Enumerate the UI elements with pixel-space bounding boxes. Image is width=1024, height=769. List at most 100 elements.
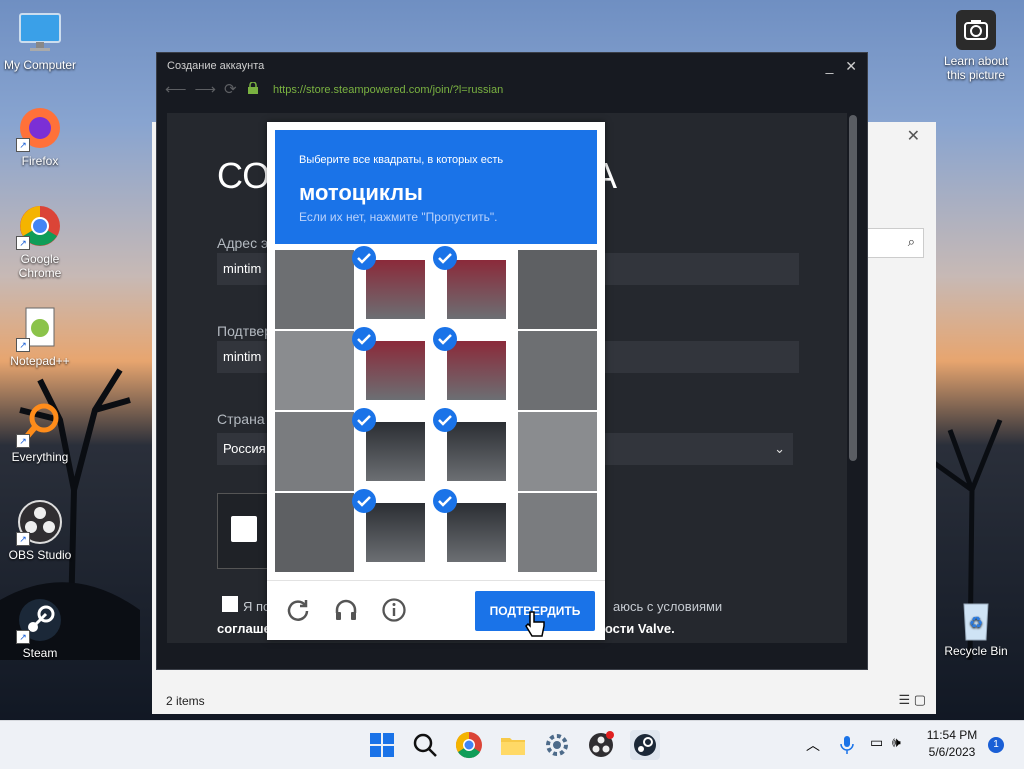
privacy-link-text: ности Valve. — [597, 621, 675, 636]
shortcut-arrow-icon: ↗ — [16, 338, 30, 352]
captcha-tile[interactable] — [352, 327, 435, 410]
desktop-icon-firefox[interactable]: ↗ Firefox — [0, 104, 80, 168]
clock-date: 5/6/2023 — [928, 745, 976, 759]
camera-icon — [956, 10, 996, 50]
notification-badge[interactable]: 1 — [988, 737, 1004, 753]
steam-icon[interactable] — [630, 730, 660, 760]
captcha-tile[interactable] — [275, 250, 354, 329]
explorer-status-items: 2 items — [166, 694, 205, 708]
close-icon[interactable]: ✕ — [845, 58, 857, 74]
captcha-target: мотоциклы — [299, 180, 423, 205]
captcha-tile[interactable] — [518, 412, 597, 491]
desktop-icon-steam[interactable]: ↗ Steam — [0, 596, 80, 660]
privacy-link[interactable]: ности Valve. — [597, 621, 675, 636]
chevron-down-icon: ⌄ — [774, 441, 785, 456]
obs-icon: ↗ — [16, 498, 64, 546]
desktop-icon-label: Everything — [11, 450, 69, 464]
shortcut-arrow-icon: ↗ — [16, 236, 30, 250]
info-icon[interactable] — [381, 597, 407, 623]
desktop-icon-everything[interactable]: ↗ Everything — [0, 400, 80, 464]
captcha-tile[interactable] — [352, 489, 435, 572]
check-icon — [433, 327, 457, 351]
forward-arrow-icon[interactable]: ⟶ — [195, 81, 225, 98]
desktop-icon-obs[interactable]: ↗ OBS Studio — [0, 498, 80, 562]
reload-icon[interactable] — [285, 597, 311, 623]
minimize-icon[interactable]: _ — [826, 58, 834, 74]
captcha-footer: ПОДТВЕРДИТЬ — [267, 580, 605, 641]
captcha-header: Выберите все квадраты, в которых есть мо… — [275, 130, 597, 244]
captcha-hint: Если их нет, нажмите "Пропустить". — [299, 210, 498, 224]
desktop-icon-label: My Computer — [3, 58, 77, 72]
desktop-icon-label: Notepad++ — [10, 354, 70, 368]
captcha-grid — [275, 246, 597, 572]
check-icon — [433, 246, 457, 270]
captcha-tile[interactable] — [275, 412, 354, 491]
monitor-icon — [16, 8, 64, 56]
captcha-tile[interactable] — [518, 331, 597, 410]
mouse-cursor-icon — [525, 611, 545, 637]
desktop-icon-chrome[interactable]: ↗ Google Chrome — [0, 202, 80, 280]
desktop-icon-label: OBS Studio — [8, 548, 72, 562]
desktop-icon-label: Firefox — [21, 154, 59, 168]
window-title: Создание аккаунта — [167, 60, 265, 72]
captcha-tile[interactable] — [433, 408, 516, 491]
recycle-bin-label: Recycle Bin — [944, 644, 1008, 658]
lock-icon — [248, 82, 258, 94]
chrome-icon[interactable] — [454, 730, 484, 760]
clock-time: 11:54 PM — [926, 728, 978, 742]
steam-icon: ↗ — [16, 596, 64, 644]
scrollbar[interactable] — [849, 115, 857, 461]
desktop-icon-recycle-bin[interactable]: ♻ Recycle Bin — [936, 598, 1016, 658]
start-windows-icon[interactable] — [367, 730, 397, 760]
country-label: Страна — [217, 411, 265, 427]
captcha-tile[interactable] — [518, 493, 597, 572]
desktop-icon-my-computer[interactable]: My Computer — [0, 8, 80, 72]
captcha-tile[interactable] — [352, 408, 435, 491]
reload-icon[interactable]: ⟳ — [224, 81, 245, 98]
everything-search-icon: ↗ — [16, 400, 64, 448]
steam-titlebar: Создание аккаунта _ ✕ — [157, 53, 867, 79]
url-bar: ⟵⟶⟳ https://store.steampowered.com/join/… — [157, 79, 867, 101]
captcha-tile[interactable] — [433, 489, 516, 572]
recaptcha-checkbox[interactable] — [231, 516, 257, 542]
nav-buttons: ⟵⟶⟳ — [165, 79, 245, 101]
search-icon: ⌕ — [907, 234, 915, 249]
captcha-tile[interactable] — [518, 250, 597, 329]
clock[interactable]: 11:54 PM 5/6/2023 — [924, 727, 980, 761]
settings-gear-icon[interactable] — [542, 730, 572, 760]
desktop-icon-notepadpp[interactable]: ↗ Notepad++ — [0, 304, 80, 368]
shortcut-arrow-icon: ↗ — [16, 532, 30, 546]
email-label: Адрес э — [217, 235, 269, 251]
page-title: СО — [217, 155, 271, 196]
learn-about-label: Learn about this picture — [943, 54, 1009, 82]
file-explorer-icon[interactable] — [498, 730, 528, 760]
obs-icon[interactable] — [586, 730, 616, 760]
captcha-tile[interactable] — [275, 493, 354, 572]
taskbar: ︿ ▭ 🕪 11:54 PM 5/6/2023 1 — [0, 720, 1024, 769]
desktop-icon-label: Google Chrome — [18, 252, 62, 280]
search-icon[interactable] — [410, 730, 440, 760]
captcha-tile[interactable] — [433, 246, 516, 329]
agreement-link[interactable]: соглаше — [217, 621, 271, 636]
explorer-search-field[interactable]: ⌕ — [866, 228, 924, 258]
microphone-icon[interactable] — [838, 735, 856, 755]
chevron-up-icon[interactable]: ︿ — [806, 735, 820, 755]
captcha-challenge: Выберите все квадраты, в которых есть мо… — [267, 122, 605, 640]
url-text[interactable]: https://store.steampowered.com/join/?l=r… — [273, 79, 503, 101]
captcha-tile[interactable] — [433, 327, 516, 410]
agree-checkbox[interactable] — [222, 596, 238, 612]
firefox-icon: ↗ — [16, 104, 64, 152]
captcha-tile[interactable] — [275, 331, 354, 410]
captcha-tile[interactable] — [352, 246, 435, 329]
check-icon — [433, 408, 457, 432]
volume-icon[interactable]: 🕪 — [892, 734, 901, 751]
check-icon — [352, 327, 376, 351]
learn-about-picture[interactable]: Learn about this picture — [936, 10, 1016, 82]
agree-text-end: аюсь с условиями — [613, 599, 723, 614]
close-icon[interactable]: ✕ — [907, 126, 920, 146]
headphones-icon[interactable] — [333, 597, 359, 623]
network-icon[interactable]: ▭ — [870, 734, 883, 751]
back-arrow-icon[interactable]: ⟵ — [165, 81, 195, 98]
view-toggle-icons[interactable]: ☰ ▢ — [898, 692, 926, 708]
recaptcha-widget[interactable] — [217, 493, 271, 569]
